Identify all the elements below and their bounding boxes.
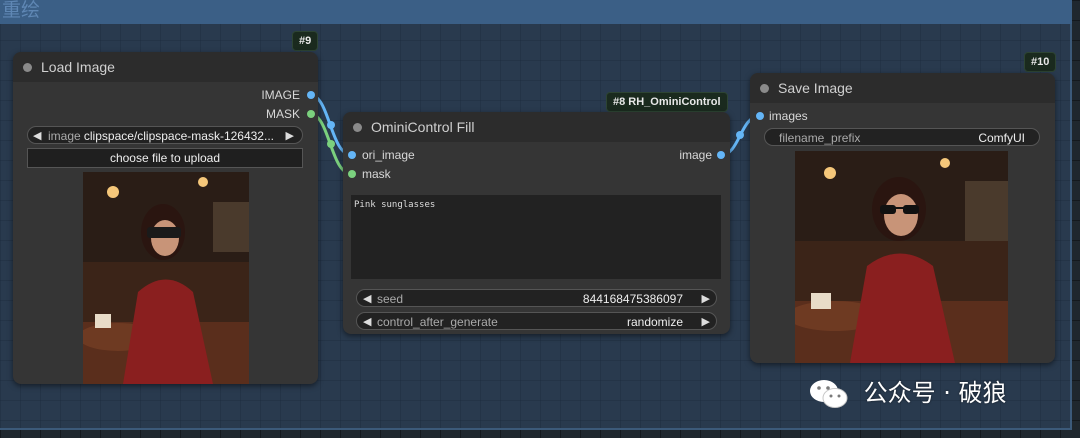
input-images-port[interactable] — [756, 112, 764, 120]
collapse-dot-icon[interactable] — [760, 84, 769, 93]
node-title: OminiControl Fill — [371, 119, 475, 135]
prompt-textarea[interactable]: Pink sunglasses — [351, 195, 721, 279]
widget-value: clipspace/clipspace-mask-126432... — [83, 129, 274, 143]
widget-label: filename_prefix — [779, 131, 861, 145]
widget-value: randomize — [626, 315, 683, 329]
arrow-right-icon[interactable]: ▶ — [702, 313, 710, 331]
widget-label: seed — [377, 292, 404, 306]
node-id-badge: #10 — [1024, 52, 1057, 72]
widget-label: control_after_generate — [377, 315, 498, 329]
wechat-icon — [810, 380, 848, 408]
output-image-label: IMAGE — [261, 88, 300, 102]
output-mask-port[interactable] — [307, 110, 315, 118]
upload-button[interactable]: choose file to upload — [27, 148, 303, 168]
wire-reroute-dot — [327, 140, 335, 148]
input-mask-port[interactable] — [348, 170, 356, 178]
wire-reroute-dot — [327, 121, 335, 129]
node-header[interactable]: OminiControl Fill — [343, 112, 730, 142]
output-image-port[interactable] — [307, 91, 315, 99]
collapse-dot-icon[interactable] — [23, 63, 32, 72]
input-mask-label: mask — [362, 167, 391, 181]
arrow-left-icon[interactable]: ◀ — [363, 290, 371, 308]
arrow-left-icon[interactable]: ◀ — [33, 127, 41, 145]
filename-prefix-widget[interactable]: filename_prefix ComfyUI — [764, 128, 1040, 146]
node-id-badge: #9 — [292, 31, 319, 51]
node-header[interactable]: Save Image — [750, 73, 1055, 103]
save-image-node[interactable]: Save Image images filename_prefix ComfyU… — [750, 73, 1055, 363]
output-image-preview — [795, 151, 1008, 363]
input-ori-image-label: ori_image — [362, 148, 415, 162]
arrow-right-icon[interactable]: ▶ — [286, 127, 294, 145]
omini-control-fill-node[interactable]: OminiControl Fill ori_image mask image P… — [343, 112, 730, 334]
watermark-text: 公众号 · 破狼 — [863, 379, 1007, 407]
seed-widget[interactable]: ◀ seed 844168475386097 ▶ — [356, 289, 717, 307]
arrow-left-icon[interactable]: ◀ — [363, 313, 371, 331]
widget-value: ComfyUI — [978, 131, 1025, 145]
node-title: Save Image — [778, 80, 853, 96]
widget-label: image — [48, 129, 81, 143]
input-image-preview — [83, 172, 249, 384]
load-image-node[interactable]: Load Image IMAGE MASK ◀ image clipspace/… — [13, 52, 318, 384]
input-images-label: images — [769, 109, 808, 123]
output-image-label: image — [679, 148, 712, 162]
watermark: 公众号 · 破狼 — [808, 375, 1007, 411]
control-after-generate-widget[interactable]: ◀ control_after_generate randomize ▶ — [356, 312, 717, 330]
node-header[interactable]: Load Image — [13, 52, 318, 82]
wire-reroute-dot — [736, 131, 744, 139]
input-ori-image-port[interactable] — [348, 151, 356, 159]
output-mask-label: MASK — [265, 107, 300, 121]
widget-value: 844168475386097 — [582, 292, 683, 306]
collapse-dot-icon[interactable] — [353, 123, 362, 132]
arrow-right-icon[interactable]: ▶ — [702, 290, 710, 308]
node-title: Load Image — [41, 59, 115, 75]
image-combo[interactable]: ◀ image clipspace/clipspace-mask-126432.… — [27, 126, 303, 144]
node-id-badge: #8 RH_OminiControl — [606, 92, 728, 112]
output-image-port[interactable] — [717, 151, 725, 159]
